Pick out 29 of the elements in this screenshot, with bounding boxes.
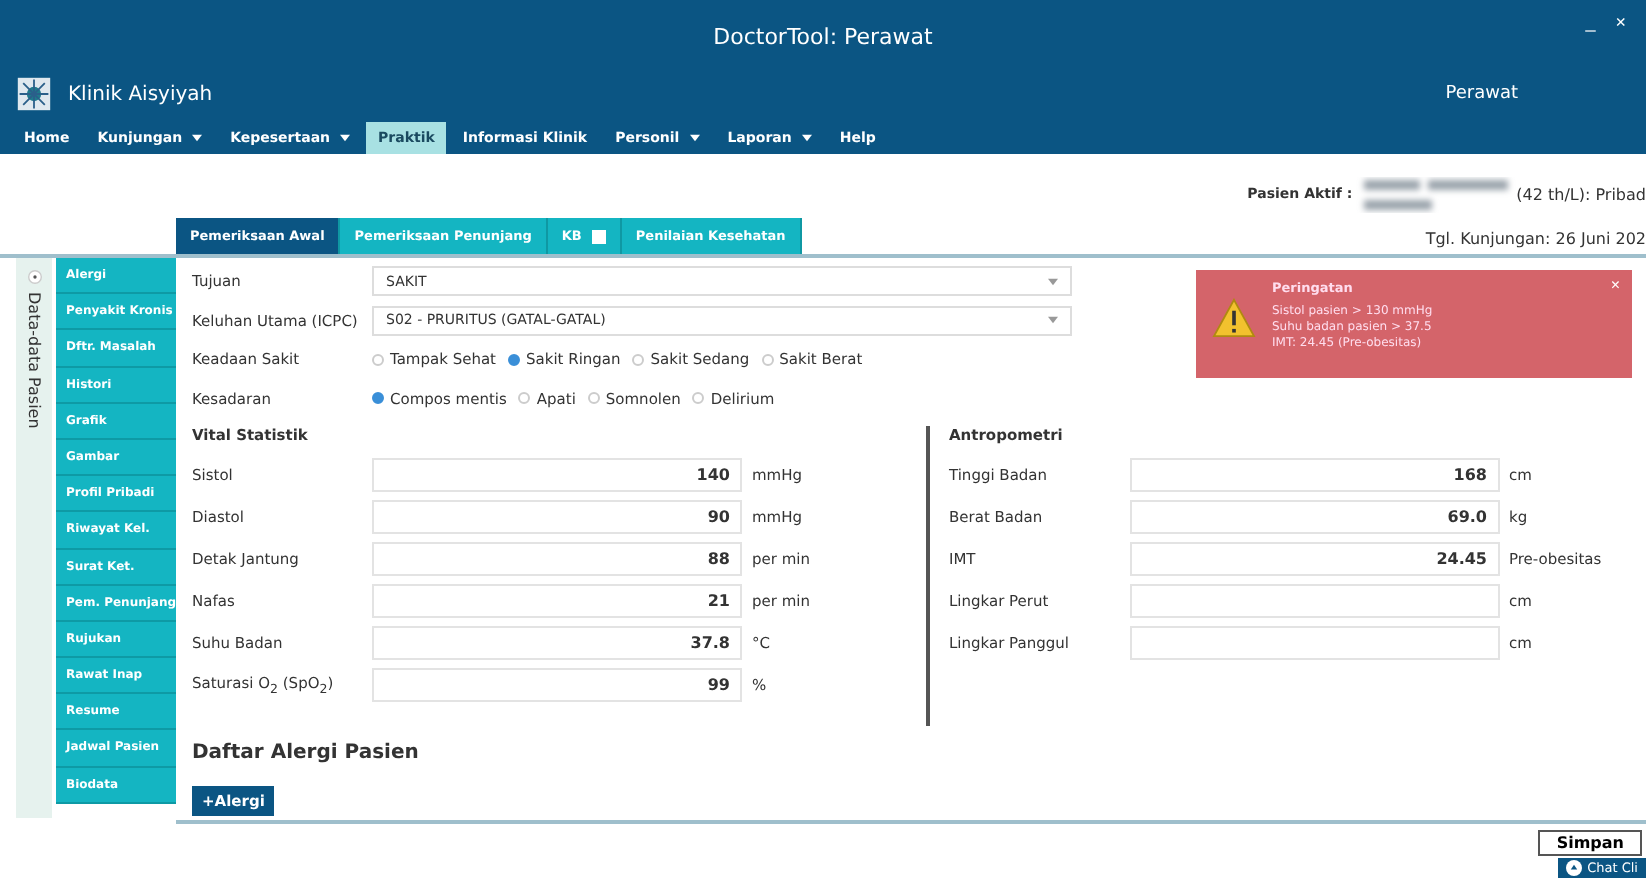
side-panel-title[interactable]: Data-data Pasien <box>25 292 43 429</box>
close-button[interactable]: × <box>1610 276 1620 294</box>
window-control-button[interactable]: _ <box>1581 12 1600 32</box>
window-control-button[interactable]: × <box>1611 12 1630 32</box>
window-title: DoctorTool: Perawat <box>713 23 933 49</box>
save-button[interactable]: Simpan <box>1538 830 1642 856</box>
checkbox[interactable] <box>591 229 606 243</box>
section-title: Daftar Alergi Pasien <box>192 742 421 764</box>
collapse-icon[interactable] <box>27 270 41 284</box>
number-field[interactable]: 99 <box>372 668 742 702</box>
patient-info: (42 th/L): Pribad <box>1516 185 1646 203</box>
chat-icon <box>1565 860 1582 876</box>
clinic-name: Klinik Aisyiyah <box>68 83 213 105</box>
warning-icon <box>1212 298 1256 338</box>
number-field[interactable]: 21 <box>372 584 742 618</box>
caret-icon <box>1048 277 1058 286</box>
caret-icon <box>1048 316 1058 325</box>
number-field[interactable]: 24.45 <box>1129 542 1499 576</box>
number-field[interactable]: 88 <box>372 542 742 576</box>
number-field[interactable]: 168 <box>1129 458 1499 492</box>
user-menu[interactable]: Perawat <box>1445 84 1518 104</box>
number-field[interactable] <box>1129 626 1499 660</box>
number-field[interactable]: 37.8 <box>372 626 742 660</box>
logo-icon <box>16 76 52 112</box>
number-field[interactable]: 140 <box>372 458 742 492</box>
number-field[interactable]: 90 <box>372 500 742 534</box>
visit-date: Tgl. Kunjungan: 26 Juni 202 <box>1425 230 1646 248</box>
number-field[interactable] <box>1129 584 1499 618</box>
number-field[interactable]: 69.0 <box>1129 500 1499 534</box>
